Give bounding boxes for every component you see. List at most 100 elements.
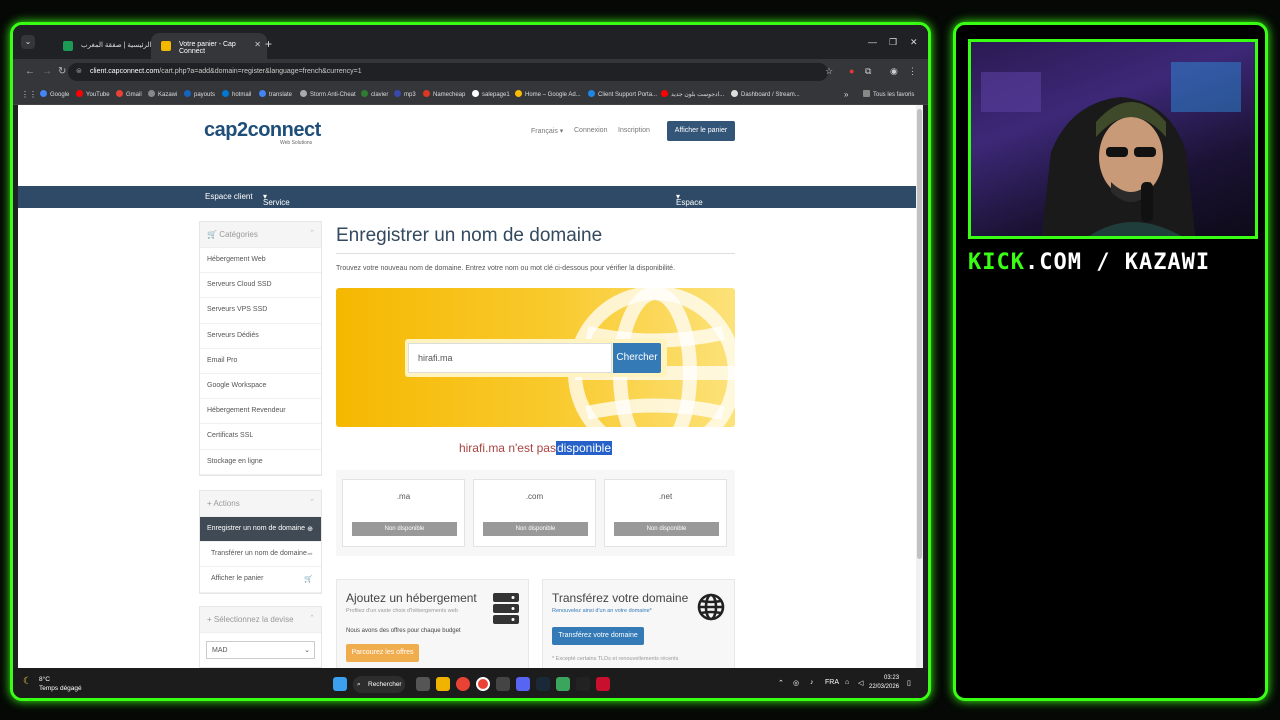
menu-kebab-icon[interactable]: ⋮ [908, 66, 917, 77]
network-icon[interactable]: ⌂ [845, 679, 849, 686]
action-register-domain[interactable]: Enregistrer un nom de domaine ⊕ [200, 517, 321, 543]
app-icon[interactable] [596, 677, 610, 691]
translate-icon [259, 90, 266, 97]
extensions-puzzle-icon[interactable]: ⧉ [865, 66, 871, 77]
scrollbar-thumb[interactable] [917, 109, 922, 559]
address-bar[interactable]: ⊜ client.capconnect.com/cart.php?a=add&d… [68, 63, 828, 81]
action-view-cart[interactable]: Afficher le panier 🛒 [200, 567, 321, 593]
result-text: n'est pas [508, 441, 556, 455]
collapse-icon[interactable]: ⌃ [309, 614, 315, 622]
taskbar-search[interactable]: ⌕ Rechercher [353, 676, 405, 693]
register-link[interactable]: Inscription [618, 127, 650, 134]
transfer-domain-button[interactable]: Transférez votre domaine [552, 627, 644, 645]
view-cart-button[interactable]: Afficher le panier [667, 121, 735, 141]
categories-header[interactable]: 🛒 Catégories ⌃ [200, 222, 321, 248]
bookmark-dashboard[interactable]: Dashboard / Stream... [731, 90, 800, 98]
minimize-icon[interactable]: — [868, 37, 877, 47]
bookmark-kazawi[interactable]: Kazawi [148, 90, 177, 98]
app-icon[interactable] [556, 677, 570, 691]
browse-offers-button[interactable]: Parcourez les offres [346, 644, 419, 662]
bookmark-icon [472, 90, 479, 97]
input-language[interactable]: FRA [825, 679, 839, 686]
category-item[interactable]: Hébergement Revendeur [200, 399, 321, 425]
forward-icon[interactable]: → [42, 66, 52, 77]
bookmark-payouts[interactable]: payouts [184, 90, 215, 98]
profile-icon[interactable]: ◉ [890, 66, 898, 77]
reload-icon[interactable]: ↻ [58, 66, 66, 77]
app-icon[interactable] [576, 677, 590, 691]
tray-app-icon[interactable]: ◎ [793, 679, 799, 687]
more-bookmarks-icon[interactable]: » [844, 90, 848, 99]
site-info-icon[interactable]: ⊜ [76, 63, 82, 81]
category-item[interactable]: Google Workspace [200, 374, 321, 400]
bookmark-icon [588, 90, 595, 97]
apps-grid-icon[interactable]: ⋮⋮ [21, 90, 37, 99]
category-item[interactable]: Stockage en ligne [200, 450, 321, 475]
bookmark-clavier[interactable]: clavier [361, 90, 388, 98]
bookmark-gmail[interactable]: Gmail [116, 90, 142, 98]
category-item[interactable]: Serveurs Dédiés [200, 324, 321, 349]
all-bookmarks[interactable]: Tous les favoris [863, 90, 914, 98]
weather-widget[interactable]: ☾ 8°C Temps dégagé [23, 675, 82, 693]
steam-icon[interactable] [536, 677, 550, 691]
currency-select[interactable]: MAD ⌄ [206, 641, 315, 659]
notifications-icon[interactable]: ▯ [907, 679, 911, 687]
task-view-icon[interactable] [416, 677, 430, 691]
chrome-icon[interactable] [456, 677, 470, 691]
tray-expand-icon[interactable]: ⌃ [778, 679, 784, 687]
obs-icon[interactable] [496, 677, 510, 691]
back-icon[interactable]: ← [25, 66, 35, 77]
nav-account-menu[interactable]: Espace client ▾ [676, 192, 703, 216]
nav-service-menu[interactable]: Service ▾ [263, 192, 290, 207]
domain-search-input[interactable]: hirafi.ma [408, 343, 612, 373]
bookmark-namecheap[interactable]: Namecheap [423, 90, 465, 98]
bookmark-google[interactable]: Google [40, 90, 69, 98]
tab-search-icon[interactable]: ⌄ [21, 35, 35, 49]
category-item[interactable]: Serveurs Cloud SSD [200, 273, 321, 299]
clock[interactable]: 03:23 22/03/2026 [869, 674, 899, 692]
result-highlight: disponible [555, 441, 613, 455]
page-scrollbar[interactable] [916, 105, 923, 668]
start-icon[interactable] [333, 677, 347, 691]
actions-header[interactable]: + Actions ⌃ [200, 491, 321, 517]
new-tab-button[interactable]: + [265, 37, 272, 51]
bookmark-mp3[interactable]: mp3 [394, 90, 416, 98]
category-item[interactable]: Hébergement Web [200, 248, 321, 274]
collapse-icon[interactable]: ⌃ [309, 229, 315, 237]
nav-client-area[interactable]: Espace client [205, 192, 253, 201]
category-item[interactable]: Certificats SSL [200, 424, 321, 450]
tab-active[interactable]: Votre panier - Cap Connect ✕ [151, 33, 267, 59]
extension-icon[interactable]: ● [849, 66, 854, 76]
category-item[interactable]: Email Pro [200, 349, 321, 374]
bookmark-translate[interactable]: translate [259, 90, 292, 98]
tld-card: .ma Non disponible [342, 479, 465, 547]
tld-name: .ma [396, 492, 411, 501]
login-link[interactable]: Connexion [574, 127, 607, 134]
bookmark-arabic[interactable]: ادجوست بلون جديد... [661, 90, 724, 98]
unavailable-badge: Non disponible [614, 522, 719, 536]
language-menu[interactable]: Français ▾ [531, 127, 563, 135]
file-explorer-icon[interactable] [436, 677, 450, 691]
bookmark-salepage[interactable]: salepage1 [472, 90, 510, 98]
category-item[interactable]: Serveurs VPS SSD [200, 298, 321, 324]
search-button[interactable]: Chercher [613, 343, 661, 373]
bookmark-storm[interactable]: Storm Anti-Cheat [300, 90, 356, 98]
bookmark-youtube[interactable]: YouTube [76, 90, 110, 98]
close-window-icon[interactable]: ✕ [910, 37, 918, 48]
volume-icon[interactable]: ◁ [858, 679, 863, 687]
chrome-active-icon[interactable] [476, 677, 490, 691]
close-tab-icon[interactable]: ✕ [254, 40, 261, 49]
unavailable-badge: Non disponible [352, 522, 457, 536]
maximize-icon[interactable]: ❐ [889, 37, 897, 48]
bookmark-google-ads[interactable]: Home – Google Ad... [515, 90, 581, 98]
currency-header[interactable]: + Sélectionnez la devise ⌃ [200, 607, 321, 633]
collapse-icon[interactable]: ⌃ [309, 498, 315, 506]
bookmark-hotmail[interactable]: hotmail [222, 90, 251, 98]
bookmark-star-icon[interactable]: ☆ [825, 66, 833, 77]
action-transfer-domain[interactable]: Transférer un nom de domaine ➦ [200, 542, 321, 568]
microphone-icon[interactable]: ♪ [810, 679, 814, 686]
discord-icon[interactable] [516, 677, 530, 691]
bookmark-client-support[interactable]: Client Support Porta... [588, 90, 657, 98]
site-logo[interactable]: cap2connect [204, 119, 321, 142]
search-icon: ⌕ [357, 681, 361, 688]
